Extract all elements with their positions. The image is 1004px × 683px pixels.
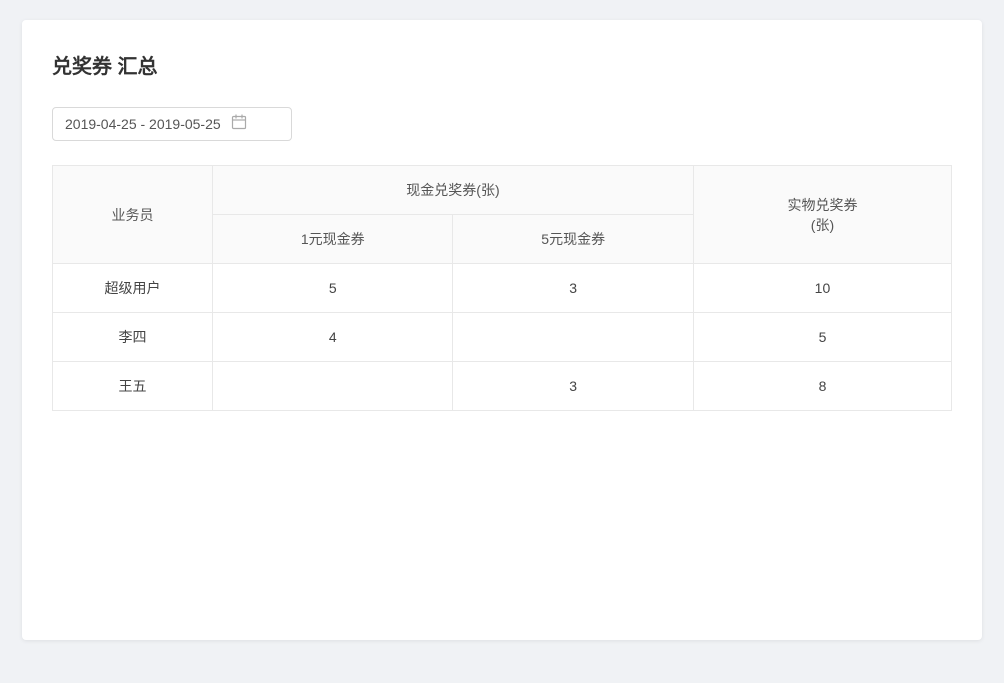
date-picker-value: 2019-04-25 - 2019-05-25 [65,116,221,132]
th-cash1: 1元现金券 [213,215,453,264]
table-row: 超级用户5310 [53,264,952,313]
td-cash1: 4 [213,313,453,362]
table-row: 王五 38 [53,362,952,411]
th-agent: 业务员 [53,166,213,264]
td-physical: 8 [693,362,951,411]
td-agent: 李四 [53,313,213,362]
td-cash5 [453,313,693,362]
td-cash5: 3 [453,264,693,313]
th-cash5: 5元现金券 [453,215,693,264]
td-agent: 超级用户 [53,264,213,313]
date-picker-row: 2019-04-25 - 2019-05-25 [52,107,952,141]
td-cash5: 3 [453,362,693,411]
th-physical-group: 实物兑奖券(张) [693,166,951,264]
summary-table: 业务员 现金兑奖券(张) 实物兑奖券(张) 1元现金券 5元现金券 超级用户53… [52,165,952,411]
td-physical: 10 [693,264,951,313]
td-agent: 王五 [53,362,213,411]
td-cash1: 5 [213,264,453,313]
date-picker[interactable]: 2019-04-25 - 2019-05-25 [52,107,292,141]
td-physical: 5 [693,313,951,362]
main-card: 兑奖券 汇总 2019-04-25 - 2019-05-25 业务员 现金兑奖券… [22,20,982,640]
page-title: 兑奖券 汇总 [52,50,952,79]
th-cash-group: 现金兑奖券(张) [213,166,694,215]
calendar-icon [231,114,247,134]
td-cash1 [213,362,453,411]
table-row: 李四4 5 [53,313,952,362]
